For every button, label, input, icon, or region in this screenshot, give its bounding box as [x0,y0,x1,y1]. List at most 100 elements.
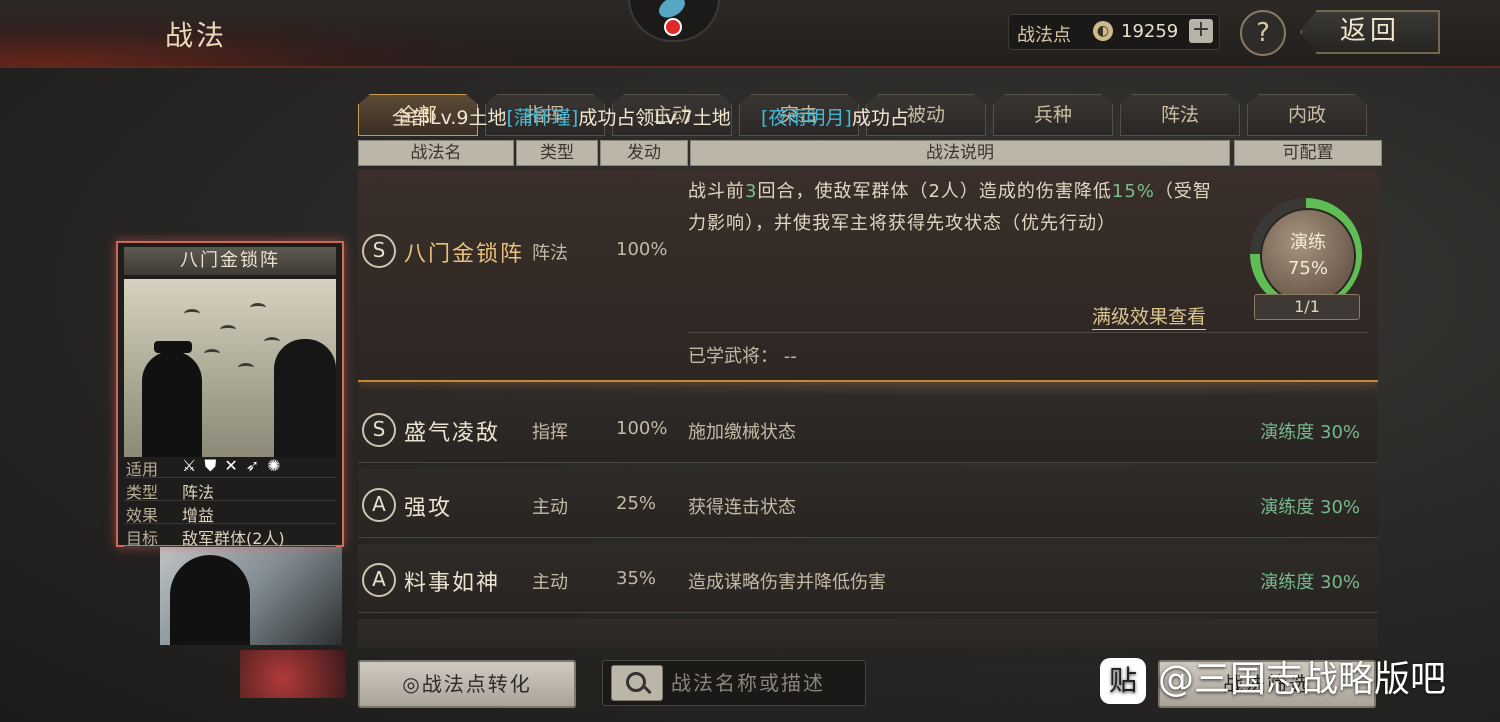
tactic-type: 指挥 [532,422,568,443]
col-type[interactable]: 类型 [516,140,598,166]
type-value: 阵法 [182,483,215,502]
table-row-expanded[interactable]: S 八门金锁阵 阵法 100% 战斗前3回合，使敌军群体（2人）造成的伤害降低1… [358,170,1378,382]
back-button[interactable]: 返回 [1300,10,1440,54]
general-silhouette [142,351,202,457]
convert-label: 战法点转化 [421,672,532,696]
apply-label: 适用 [126,460,159,479]
notice-player-2: [夜雨明月] [761,107,852,129]
add-points-button[interactable]: + [1189,19,1213,43]
table-row[interactable]: A 料事如神 主动 35% 造成谋略伤害并降低伤害 演练度 30% [358,544,1378,613]
silhouette [170,555,250,645]
desc-part-a: 战斗前 [688,181,745,202]
tactic-rate: 100% [616,418,668,439]
tactic-name: 盛气凌敌 [404,421,501,446]
tactic-type: 阵法 [532,243,568,264]
tab-domestic[interactable]: 内政 [1247,94,1367,136]
desc-num-1: 3 [745,181,758,202]
table-row-partial[interactable] [358,619,1378,648]
col-name[interactable]: 战法名 [358,140,514,166]
drill-value: 75% [1287,258,1328,279]
desc-part-b: 回合，使敌军群体（2人）造成的伤害降低 [757,181,1112,202]
bird-mark [220,325,236,334]
grade-badge: A [362,563,396,597]
target-label: 目标 [126,529,159,548]
help-button[interactable]: ? [1240,10,1286,56]
card-title: 八门金锁阵 [124,247,336,275]
bird-mark [238,363,254,372]
card-type-row: 类型 阵法 [124,478,336,502]
bird-mark [184,309,200,318]
tactic-description: 获得连击状态 [688,497,796,518]
tactic-name: 料事如神 [404,571,501,596]
grade-badge: S [362,234,396,268]
type-label: 类型 [126,483,159,502]
search-button[interactable] [611,665,663,701]
tactic-type: 主动 [532,497,568,518]
table-row[interactable]: A 强攻 主动 25% 获得连击状态 演练度 30% [358,469,1378,538]
tactic-description: 战斗前3回合，使敌军群体（2人）造成的伤害降低15%（受智力影响），并使我军主将… [688,176,1228,240]
bird-mark [264,337,280,346]
search-icon [626,672,646,692]
tab-formation[interactable]: 阵法 [1120,94,1240,136]
top-bar: 战法 战法点 ◐ 19259 + ? 返回 [0,0,1500,68]
card-apply-row: 适用 ⚔⛊✕➶✺ [124,455,336,479]
drill-level: 演练度 30% [1260,497,1360,518]
watermark-text: @三国志战略版吧 [1158,659,1447,700]
points-label: 战法点 [1017,25,1071,46]
tactic-rate: 100% [616,239,668,260]
convert-points-button[interactable]: ◎战法点转化 [358,660,576,708]
drill-level: 演练度 30% [1260,422,1360,443]
tactic-description: 造成谋略伤害并降低伤害 [688,572,886,593]
search-box [602,660,866,706]
divider [688,332,1368,333]
notice-text-3: 成功占 [851,107,909,129]
drill-button[interactable]: 演练 75% [1260,208,1356,304]
effect-value: 增益 [182,506,215,525]
tactic-points-display: 战法点 ◐ 19259 + [1008,14,1220,50]
card-art [124,279,336,457]
card-info: 适用 ⚔⛊✕➶✺ 类型 阵法 效果 增益 目标 敌军群体(2人) [124,455,336,548]
scrolling-notice: 全部Lv.9土地[蒲怀瑾]成功占领Lv.7土地 [夜雨明月]成功占 [392,103,1112,129]
learned-generals: 已学武将： -- [688,346,797,367]
target-value: 敌军群体(2人) [182,529,285,548]
tactic-card-art-back-2 [240,650,346,698]
config-slots: 1/1 [1254,294,1360,320]
tactics-table: S 八门金锁阵 阵法 100% 战斗前3回合，使敌军群体（2人）造成的伤害降低1… [358,170,1378,648]
search-icon-handle [642,684,652,695]
effect-label: 效果 [126,506,159,525]
tactic-description: 施加缴械状态 [688,422,796,443]
card-target-row: 目标 敌军群体(2人) [124,524,336,548]
tactic-name: 强攻 [404,496,453,521]
notice-text-2: 成功占领Lv.7土地 [578,107,731,129]
tactic-rate: 35% [616,568,657,589]
general-silhouette [274,339,336,457]
grade-badge: S [362,413,396,447]
convert-icon: ◎ [402,672,422,696]
tactic-type: 主动 [532,572,568,593]
drill-label: 演练 [1290,232,1326,253]
header-glow [0,10,520,66]
tactic-card-art-back [160,545,342,645]
drill-level: 演练度 30% [1260,572,1360,593]
table-row[interactable]: S 盛气凌敌 指挥 100% 施加缴械状态 演练度 30% [358,394,1378,463]
col-configurable[interactable]: 可配置 [1234,140,1382,166]
notification-dot [664,18,682,36]
tactic-card[interactable]: 八门金锁阵 适用 ⚔⛊✕➶✺ 类型 阵法 效果 增益 目标 敌军群体(2人) [116,241,344,548]
col-desc: 战法说明 [690,140,1230,166]
bird-mark [204,349,220,358]
full-level-effect-link[interactable]: 满级效果查看 [1092,302,1207,330]
card-effect-row: 效果 增益 [124,501,336,525]
troop-type-icons: ⚔⛊✕➶✺ [182,456,289,475]
tactic-name: 八门金锁阵 [404,242,525,267]
emblem-icon[interactable] [628,0,720,42]
desc-num-2: 15% [1111,181,1155,202]
bird-mark [250,303,266,312]
watermark: 贴 @三国志战略版吧 [1100,652,1480,708]
tieba-logo-icon: 贴 [1100,658,1146,704]
grade-badge: A [362,488,396,522]
page-title: 战法 [165,19,228,52]
col-rate[interactable]: 发动 [600,140,688,166]
points-coin-icon: ◐ [1093,21,1113,41]
search-input[interactable] [669,667,859,699]
table-header: 战法名 类型 发动 战法说明 可配置 [358,140,1382,166]
